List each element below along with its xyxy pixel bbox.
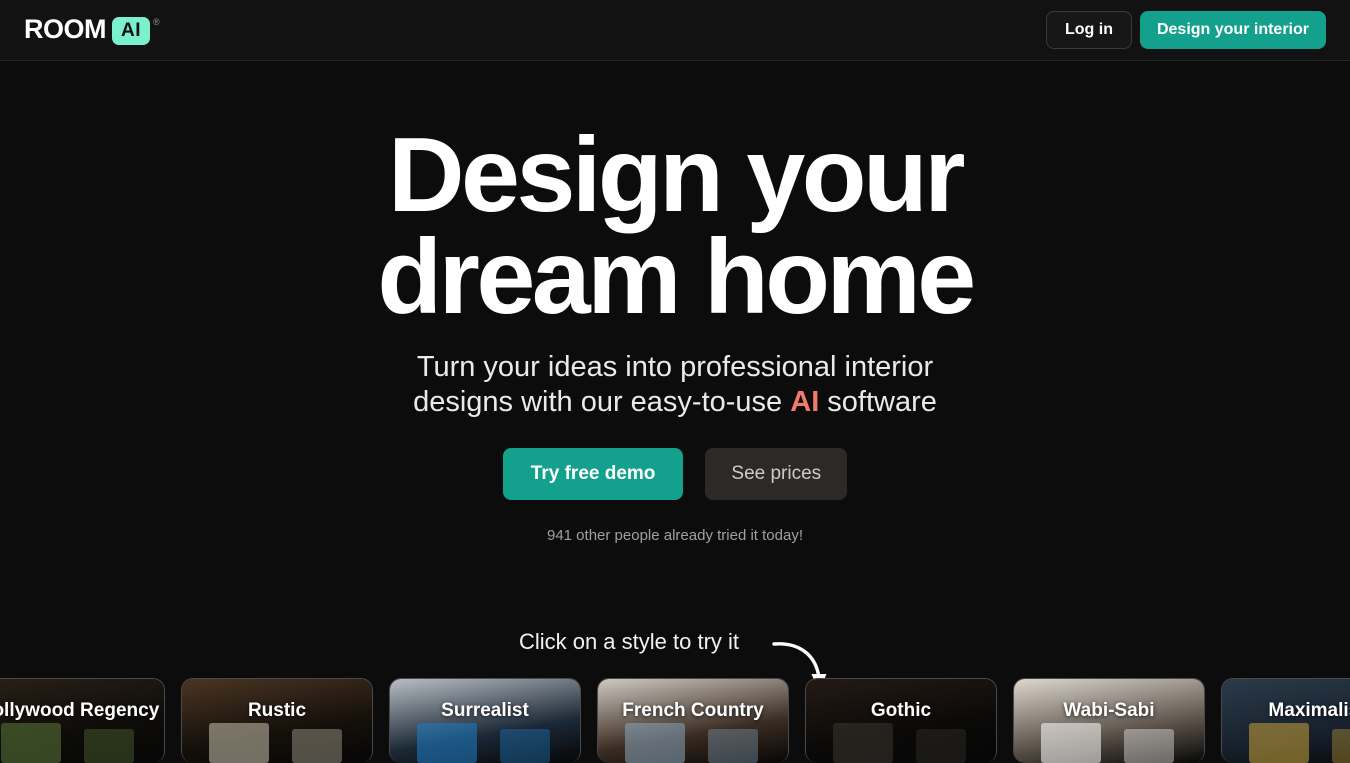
site-header: ROOM AI ® Log in Design your interior bbox=[0, 0, 1350, 61]
style-card-image-accent bbox=[292, 729, 342, 763]
style-cards-strip: Hollywood Regency Rustic Surrealist French … bbox=[0, 678, 1350, 763]
registered-trademark-icon: ® bbox=[153, 16, 160, 27]
style-strip-hint: Click on a style to try it bbox=[0, 629, 1350, 655]
style-card-image-accent bbox=[708, 729, 758, 763]
style-card-image-accent bbox=[1124, 729, 1174, 763]
style-card[interactable]: Hollywood Regency bbox=[0, 678, 165, 763]
style-card-image-accent bbox=[208, 722, 270, 763]
login-button[interactable]: Log in bbox=[1045, 11, 1132, 49]
style-card-image-accent bbox=[1248, 722, 1310, 763]
hero-subtitle: Turn your ideas into professional interi… bbox=[0, 350, 1350, 422]
page-title-line-1: Design your bbox=[387, 116, 966, 234]
style-card-label: Maximalist bbox=[1268, 700, 1350, 721]
style-card-image-accent bbox=[0, 722, 62, 763]
social-proof-text: 941 other people already tried it today! bbox=[546, 527, 803, 545]
try-free-demo-button[interactable]: Try free demo bbox=[502, 448, 684, 501]
style-card-image-accent bbox=[832, 722, 894, 763]
header-actions: Log in Design your interior bbox=[1045, 11, 1326, 49]
hero-subtitle-line-2-pre: designs with our easy-to-use bbox=[413, 386, 791, 419]
logo-ai-badge: AI bbox=[112, 16, 150, 45]
style-card[interactable]: Gothic bbox=[805, 678, 997, 763]
logo-wordmark: ROOM bbox=[24, 13, 107, 44]
style-card-label: Rustic bbox=[247, 700, 307, 721]
page-title-line-2: dream home bbox=[377, 217, 976, 336]
style-strip-hint-text: Click on a style to try it bbox=[518, 629, 740, 654]
style-card-image-accent bbox=[1332, 729, 1350, 763]
style-card-label: Surrealist bbox=[441, 700, 529, 721]
style-card[interactable]: French Country bbox=[597, 678, 789, 763]
style-card-image-accent bbox=[416, 722, 478, 763]
hero-subtitle-ai-accent: AI bbox=[790, 386, 820, 419]
style-card-image-accent bbox=[624, 722, 686, 763]
style-card[interactable]: Rustic bbox=[181, 678, 373, 763]
style-card-label: Hollywood Regency bbox=[0, 700, 160, 721]
design-your-interior-button[interactable]: Design your interior bbox=[1139, 11, 1326, 49]
style-card-image-accent bbox=[1040, 722, 1102, 763]
style-card-label: French Country bbox=[622, 700, 764, 721]
style-card-image-accent bbox=[84, 729, 134, 763]
style-card[interactable]: Wabi-Sabi bbox=[1013, 678, 1205, 763]
style-card-image-accent bbox=[916, 729, 966, 763]
style-card-label: Wabi-Sabi bbox=[1063, 700, 1155, 721]
page-title: Design your dream home bbox=[0, 61, 1350, 329]
style-card[interactable]: Maximalist bbox=[1221, 678, 1350, 763]
hero-section: Design your dream home Turn your ideas i… bbox=[0, 61, 1350, 544]
hero-cta-row: Try free demo See prices bbox=[0, 448, 1350, 501]
hero-subtitle-line-2-post: software bbox=[819, 386, 937, 419]
brand-logo[interactable]: ROOM AI ® bbox=[24, 13, 160, 45]
style-card-label: Gothic bbox=[870, 700, 932, 721]
see-prices-button[interactable]: See prices bbox=[705, 448, 848, 501]
style-card-image-accent bbox=[500, 729, 550, 763]
style-card[interactable]: Surrealist bbox=[389, 678, 581, 763]
hero-subtitle-line-1: Turn your ideas into professional interi… bbox=[416, 350, 934, 383]
